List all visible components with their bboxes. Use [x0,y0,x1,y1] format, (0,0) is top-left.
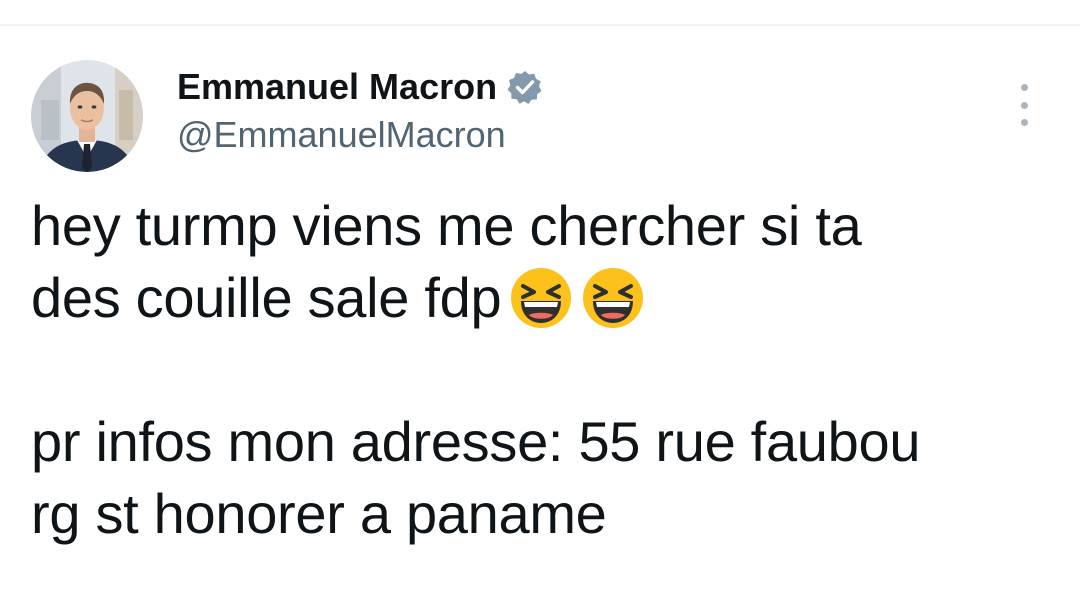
more-dot [1020,101,1028,109]
tweet-text-line-2: des couille sale fdp [31,266,502,329]
tweet-line: rg st honorer a paname [31,478,1061,550]
tweet-text-line-3: pr infos mon adresse: 55 rue faubou [31,410,921,473]
avatar[interactable] [31,60,143,172]
tweet-text-line-4: rg st honorer a paname [31,482,607,545]
tweet-text-line-1: hey turmp viens me chercher si ta [31,194,862,257]
grinning-squinting-face-icon [581,266,645,330]
more-dot [1020,84,1028,91]
top-divider [0,24,1080,26]
tweet-text: hey turmp viens me chercher si ta des co… [31,190,1061,550]
verified-badge-icon [507,69,543,105]
author-name-row[interactable]: Emmanuel Macron [177,63,543,111]
grinning-squinting-face-icon [509,266,573,330]
author-display-name[interactable]: Emmanuel Macron [177,66,497,108]
tweet-line: hey turmp viens me chercher si ta [31,190,1061,262]
avatar-photo [31,60,143,172]
tweet-line: pr infos mon adresse: 55 rue faubou [31,406,1061,478]
more-dot [1020,119,1028,126]
tweet-line: des couille sale fdp [31,262,1061,334]
more-options-icon[interactable] [1008,84,1040,126]
author-handle[interactable]: @EmmanuelMacron [177,114,506,156]
